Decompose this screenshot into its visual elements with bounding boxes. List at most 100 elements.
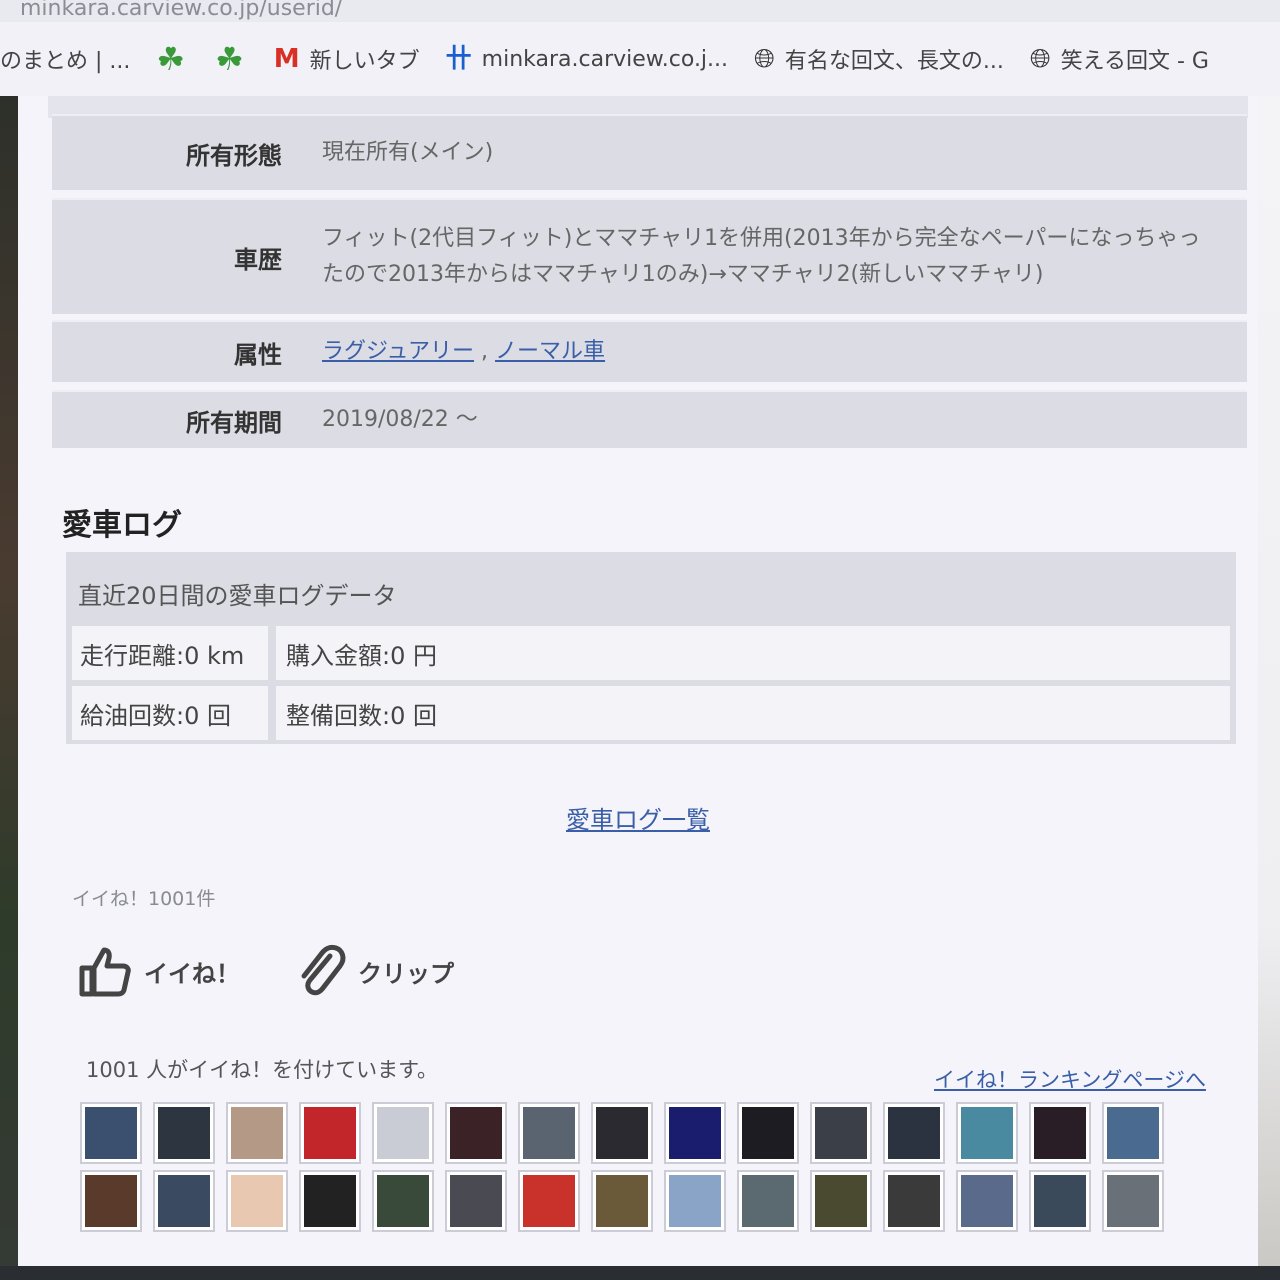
clover-icon[interactable]: ☘ — [156, 40, 185, 78]
liker-avatar[interactable] — [518, 1102, 580, 1164]
globe-icon: 🌐︎ — [754, 44, 775, 74]
avatar-image — [304, 1175, 356, 1227]
like-button[interactable]: イイね！ — [76, 942, 240, 1000]
avatar-image — [1107, 1107, 1159, 1159]
bookmark-new-tab[interactable]: M 新しいタブ — [274, 43, 420, 75]
liker-avatar[interactable] — [1029, 1102, 1091, 1164]
log-purchase: 購入金額:0 円 — [276, 626, 1230, 680]
avatar-image — [742, 1107, 794, 1159]
thumbs-up-icon — [79, 947, 131, 997]
bookmark-matome[interactable]: のまとめ | ... — [0, 43, 130, 75]
avatar-image — [961, 1107, 1013, 1159]
address-bar-partial[interactable]: minkara.carview.co.jp/userid/ — [0, 0, 1280, 22]
log-maintenance: 整備回数:0 回 — [276, 686, 1230, 740]
background-photo-right — [1258, 96, 1280, 1280]
spec-value: フィット(2代目フィット)とママチャリ1を併用(2013年から完全なペーパーにな… — [322, 221, 1227, 293]
liker-avatar[interactable] — [591, 1102, 653, 1164]
like-count: イイね！1001件 — [72, 888, 216, 910]
avatar-image — [377, 1107, 429, 1159]
avatar-image — [596, 1107, 648, 1159]
paperclip-icon — [301, 944, 346, 996]
spec-label: 所有形態 — [186, 141, 282, 170]
spec-value: 2019/08/22 〜 — [322, 407, 478, 432]
avatar-image — [669, 1175, 721, 1227]
clip-button[interactable]: クリップ — [296, 942, 454, 1000]
liker-avatar[interactable] — [299, 1102, 361, 1164]
spec-row-attribute: 属性 ラグジュアリー , ノーマル車 — [52, 320, 1247, 382]
avatar-image — [742, 1175, 794, 1227]
avatar-image — [304, 1107, 356, 1159]
liker-avatar[interactable] — [153, 1102, 215, 1164]
liker-avatar[interactable] — [591, 1170, 653, 1232]
liker-avatar[interactable] — [226, 1170, 288, 1232]
spec-value: ラグジュアリー , ノーマル車 — [322, 334, 1227, 370]
avatar-image — [231, 1175, 283, 1227]
liker-avatar[interactable] — [372, 1102, 434, 1164]
avatar-image — [1107, 1175, 1159, 1227]
avatar-image — [523, 1175, 575, 1227]
avatar-image — [888, 1175, 940, 1227]
liker-avatar[interactable] — [518, 1170, 580, 1232]
liker-avatar[interactable] — [883, 1102, 945, 1164]
liker-avatar[interactable] — [956, 1170, 1018, 1232]
car-log-title: 愛車ログ — [62, 508, 182, 543]
liker-avatar[interactable] — [372, 1170, 434, 1232]
liker-avatar[interactable] — [737, 1170, 799, 1232]
history-line-1: フィット(2代目フィット)とママチャリ1を併用(2013年から完全なペーパーにな… — [322, 226, 1201, 251]
gmail-icon: M — [273, 44, 300, 74]
thumbnail-row — [80, 1170, 1210, 1232]
spec-value: 現在所有(メイン) — [322, 140, 494, 165]
liker-avatar[interactable] — [80, 1170, 142, 1232]
attribute-link-normal[interactable]: ノーマル車 — [495, 339, 605, 364]
bookmark-label: のまとめ | ... — [0, 49, 131, 74]
avatar-image — [523, 1107, 575, 1159]
avatar-image — [377, 1175, 429, 1227]
avatar-image — [961, 1175, 1013, 1227]
liker-avatar[interactable] — [737, 1102, 799, 1164]
bookmark-label: 笑える回文 - G — [1060, 49, 1209, 74]
avatar-image — [450, 1107, 502, 1159]
liker-avatar[interactable] — [1029, 1170, 1091, 1232]
clip-button-label: クリップ — [358, 959, 454, 988]
car-log-grid: 走行距離:0 km 購入金額:0 円 給油回数:0 回 整備回数:0 回 — [72, 626, 1230, 746]
avatar-image — [450, 1175, 502, 1227]
liker-avatar[interactable] — [153, 1170, 215, 1232]
avatar-image — [815, 1107, 867, 1159]
liker-avatar[interactable] — [226, 1102, 288, 1164]
bookmark-funny-palindrome[interactable]: 🌐︎ 笑える回文 - G — [1030, 43, 1209, 75]
liker-thumbnails — [80, 1102, 1210, 1238]
bookmark-label: minkara.carview.co.j... — [481, 46, 729, 72]
liker-avatar[interactable] — [1102, 1102, 1164, 1164]
car-log-list-anchor[interactable]: 愛車ログ一覧 — [566, 806, 710, 834]
bookmark-palindrome[interactable]: 🌐︎ 有名な回文、長文の... — [754, 43, 1004, 75]
avatar-image — [669, 1107, 721, 1159]
liker-avatar[interactable] — [664, 1170, 726, 1232]
log-distance: 走行距離:0 km — [72, 626, 268, 680]
car-log-row: 給油回数:0 回 整備回数:0 回 — [72, 686, 1230, 740]
liker-avatar[interactable] — [956, 1102, 1018, 1164]
attribute-separator: , — [481, 339, 489, 364]
liker-avatar[interactable] — [664, 1102, 726, 1164]
bookmark-minkara[interactable]: 卄 minkara.carview.co.j... — [446, 46, 728, 72]
car-log-row: 走行距離:0 km 購入金額:0 円 — [72, 626, 1230, 680]
clover-icon[interactable]: ☘ — [215, 40, 244, 78]
avatar-image — [815, 1175, 867, 1227]
liker-avatar[interactable] — [80, 1102, 142, 1164]
spec-label: 車歴 — [234, 245, 282, 274]
avatar-image — [85, 1175, 137, 1227]
avatar-image — [231, 1107, 283, 1159]
car-spec-table: 所有形態 現在所有(メイン) 車歴 フィット(2代目フィット)とママチャリ1を併… — [52, 114, 1247, 448]
taskbar-edge — [0, 1266, 1280, 1280]
liker-avatar[interactable] — [810, 1170, 872, 1232]
avatar-image — [158, 1107, 210, 1159]
action-buttons: イイね！ クリップ — [76, 942, 510, 1000]
liker-avatar[interactable] — [810, 1102, 872, 1164]
liker-avatar[interactable] — [299, 1170, 361, 1232]
ranking-link[interactable]: イイね！ランキングページへ — [934, 1064, 1206, 1094]
liker-avatar[interactable] — [883, 1170, 945, 1232]
liker-avatar[interactable] — [1102, 1170, 1164, 1232]
liker-avatar[interactable] — [445, 1170, 507, 1232]
attribute-link-luxury[interactable]: ラグジュアリー — [322, 339, 474, 364]
liker-avatar[interactable] — [445, 1102, 507, 1164]
bookmark-label: 有名な回文、長文の... — [784, 49, 1004, 74]
